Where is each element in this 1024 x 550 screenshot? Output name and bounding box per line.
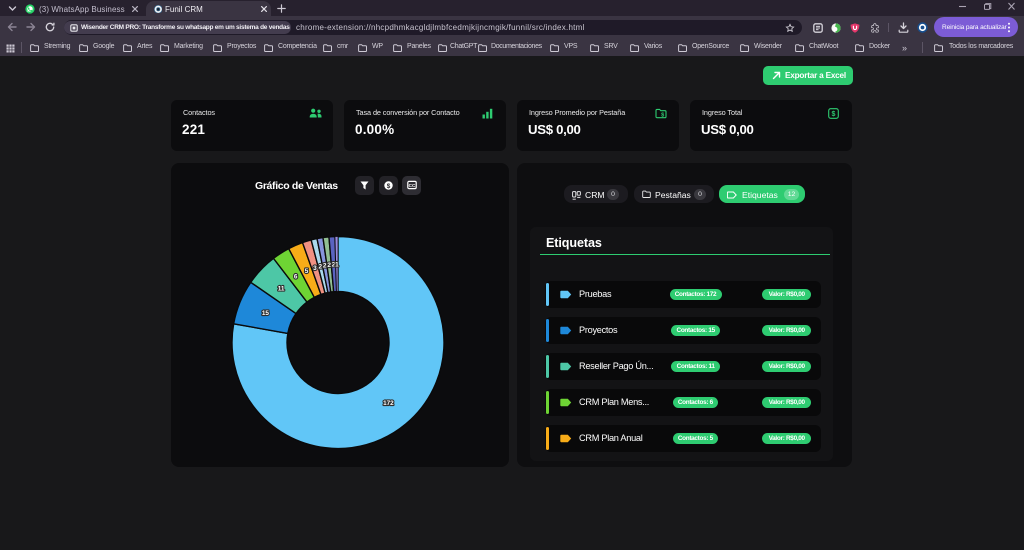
svg-text:6: 6 [294, 274, 298, 281]
svg-text:172: 172 [383, 400, 394, 407]
svg-text:2: 2 [319, 263, 323, 270]
svg-text:$: $ [832, 111, 836, 118]
svg-text:15: 15 [262, 310, 270, 317]
svg-text:11: 11 [278, 286, 285, 293]
svg-text:1: 1 [335, 261, 339, 268]
svg-text:2: 2 [327, 262, 331, 269]
svg-text:5: 5 [305, 268, 309, 275]
svg-text:3: 3 [313, 265, 317, 272]
svg-text:2: 2 [323, 262, 327, 269]
svg-text:$: $ [661, 113, 664, 119]
